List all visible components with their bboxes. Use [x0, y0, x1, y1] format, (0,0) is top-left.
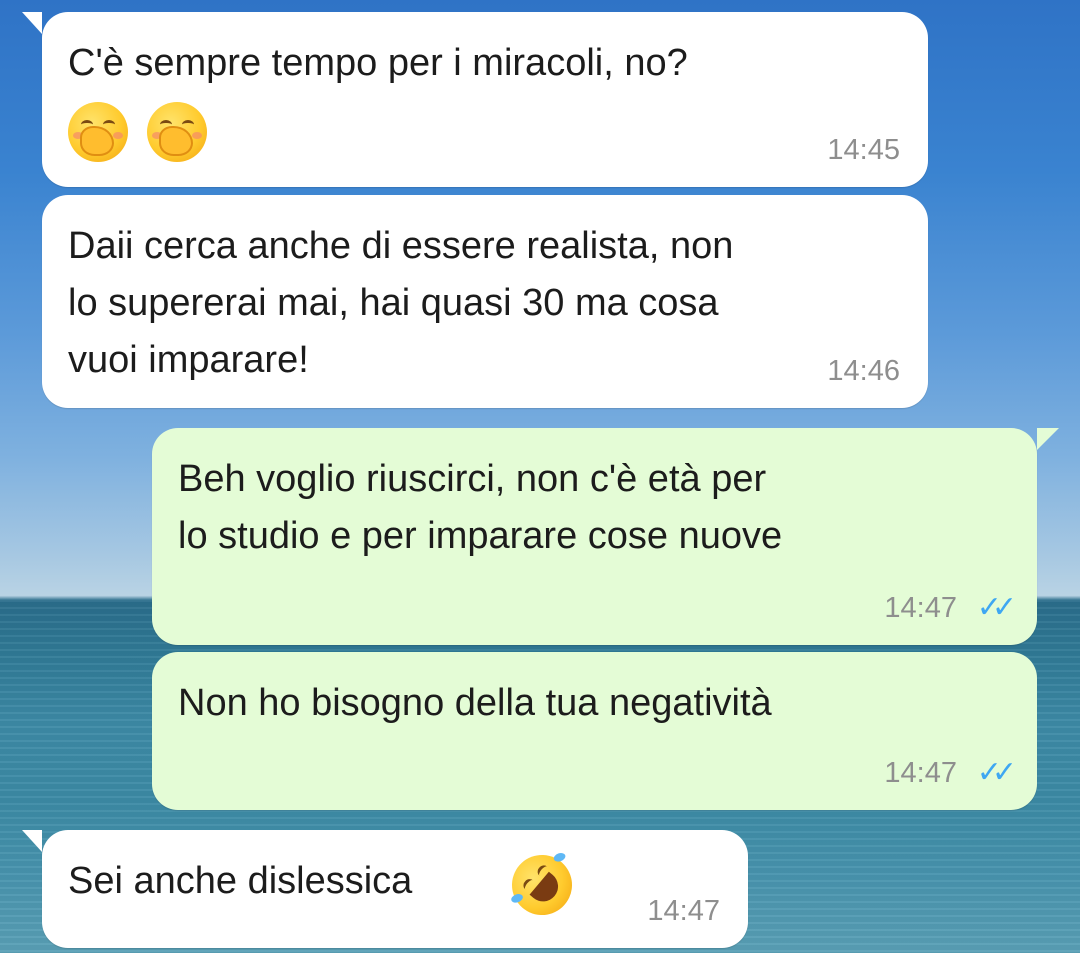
double-check-icon: ✓✓: [976, 756, 1017, 789]
message-text: Beh voglio riuscirci, non c'è età per lo…: [178, 458, 783, 557]
emoji-row: [68, 102, 207, 162]
message-bubble-incoming[interactable]: C'è sempre tempo per i miracoli, no? 14:…: [22, 12, 928, 187]
message-timestamp: 14:47: [884, 757, 957, 789]
double-check-icon: ✓✓: [976, 591, 1017, 624]
message-timestamp: 14:45: [827, 134, 900, 166]
hand-over-mouth-emoji: [146, 102, 207, 162]
message-text: Daii cerca anche di essere realista, non…: [68, 225, 734, 381]
message-text: Sei anche dislessica: [68, 860, 413, 902]
bubble-tail: [1037, 428, 1059, 450]
message-timestamp: 14:46: [827, 355, 900, 387]
message-bubble-incoming[interactable]: Sei anche dislessica 14:47: [22, 830, 748, 948]
rolling-on-floor-laughing-emoji: [503, 846, 581, 924]
message-bubble-outgoing[interactable]: Non ho bisogno della tua negatività 14:4…: [152, 652, 1037, 810]
bubble-tail: [22, 830, 42, 852]
message-bubble-outgoing[interactable]: Beh voglio riuscirci, non c'è età per lo…: [152, 428, 1059, 645]
message-text: C'è sempre tempo per i miracoli, no?: [68, 42, 688, 84]
hand-over-mouth-emoji: [68, 102, 128, 162]
message-text: Non ho bisogno della tua negatività: [178, 682, 772, 724]
bubble-tail: [22, 12, 42, 34]
message-timestamp: 14:47: [647, 895, 720, 927]
message-timestamp: 14:47: [884, 592, 957, 624]
message-bubble-incoming[interactable]: Daii cerca anche di essere realista, non…: [42, 195, 928, 408]
